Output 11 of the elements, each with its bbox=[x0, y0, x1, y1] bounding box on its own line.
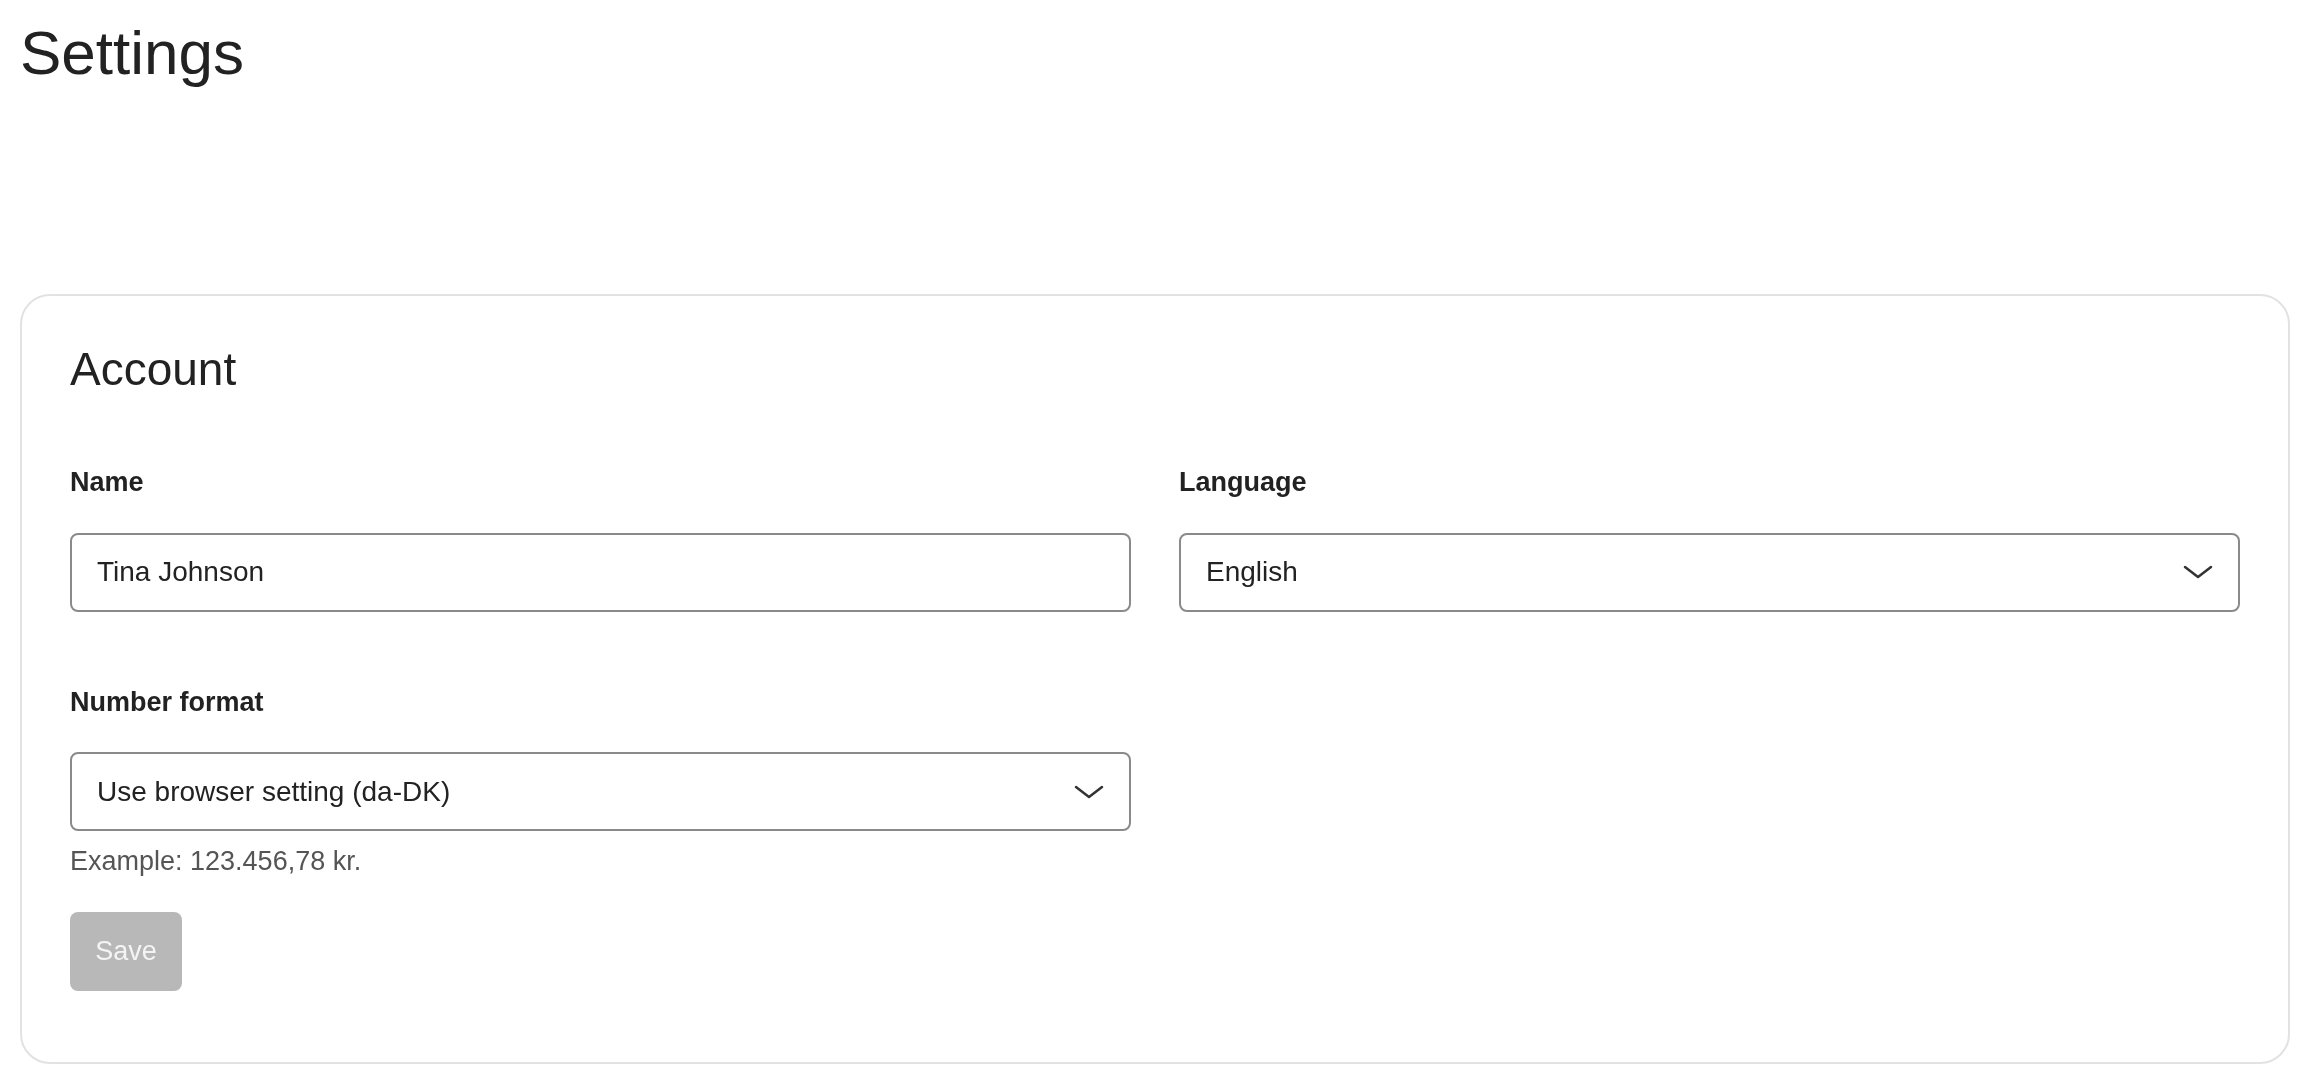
format-example-text: Example: 123.456,78 kr. bbox=[70, 845, 363, 878]
field-label: Name bbox=[70, 466, 145, 499]
field-label: Language bbox=[1179, 466, 1308, 499]
select-dropdown[interactable]: Use browser setting (da-DK) bbox=[70, 752, 1131, 831]
name-input[interactable]: Tina Johnson bbox=[70, 532, 1131, 612]
chevron-down-icon bbox=[2183, 564, 2213, 580]
section-title: Account bbox=[70, 346, 238, 392]
select-dropdown[interactable]: English bbox=[1179, 532, 2240, 612]
page-title: Settings bbox=[20, 22, 246, 89]
field-label: Number format bbox=[70, 685, 265, 719]
chevron-down-icon bbox=[1074, 783, 1104, 800]
